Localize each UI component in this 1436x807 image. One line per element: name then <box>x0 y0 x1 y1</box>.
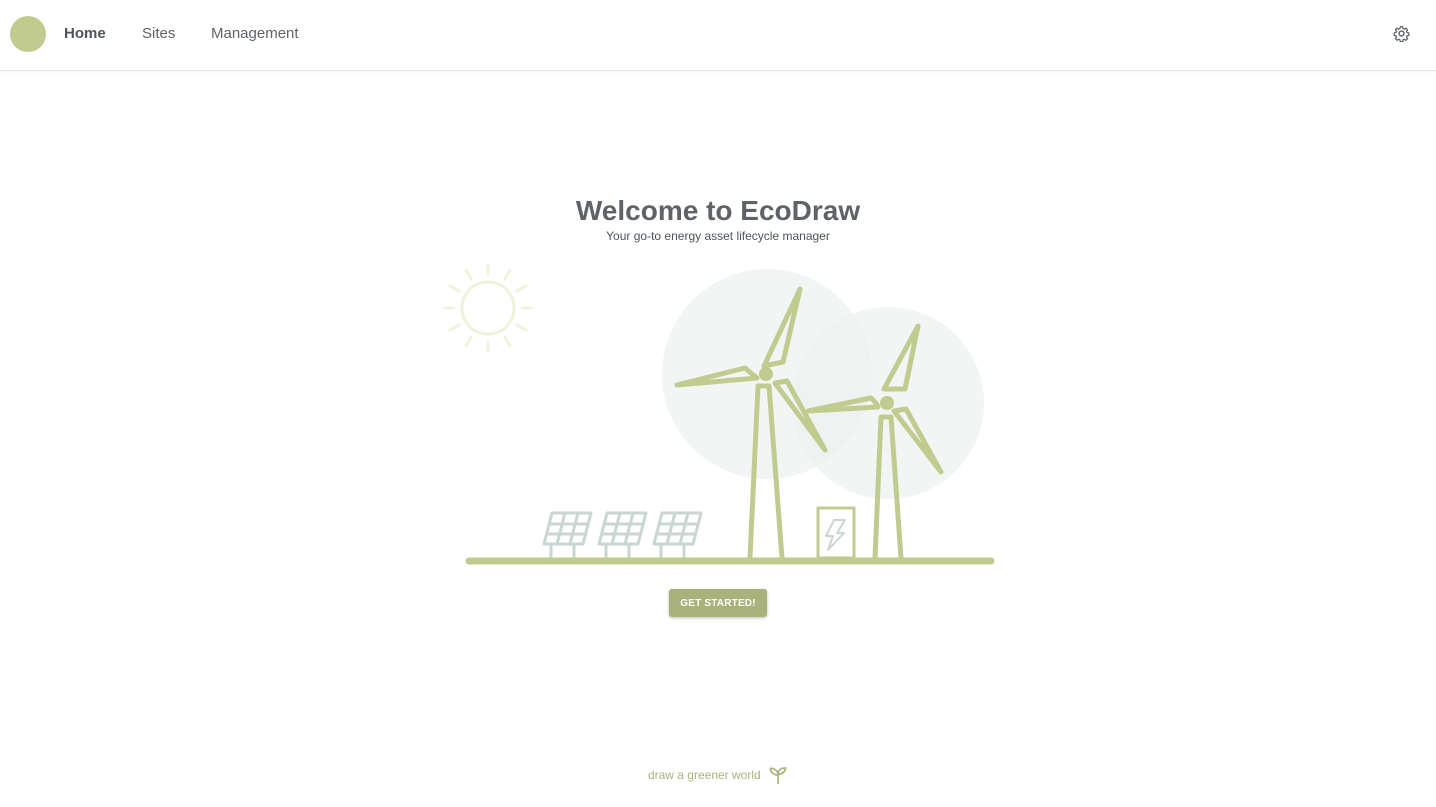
nav-item-sites[interactable]: Sites <box>142 24 175 44</box>
energy-illustration <box>443 263 995 565</box>
sun-icon <box>443 263 533 353</box>
page-subtitle: Your go-to energy asset lifecycle manage… <box>606 229 830 243</box>
page-title: Welcome to EcoDraw <box>575 195 861 226</box>
top-navigation-bar: Home Sites Management <box>0 0 1436 71</box>
solar-panel-icon <box>542 511 593 560</box>
get-started-button[interactable]: GET STARTED! <box>669 589 767 617</box>
nav-item-home[interactable]: Home <box>64 24 106 44</box>
app-logo[interactable] <box>10 16 46 52</box>
footer: draw a greener world <box>0 764 1436 785</box>
solar-panel-icon <box>597 511 648 560</box>
gear-icon[interactable] <box>1393 25 1410 42</box>
footer-tagline: draw a greener world <box>647 767 761 782</box>
battery-storage-icon <box>816 506 856 560</box>
sprout-icon <box>769 766 787 784</box>
nav-item-management[interactable]: Management <box>211 24 299 44</box>
solar-panel-icon <box>652 511 703 560</box>
